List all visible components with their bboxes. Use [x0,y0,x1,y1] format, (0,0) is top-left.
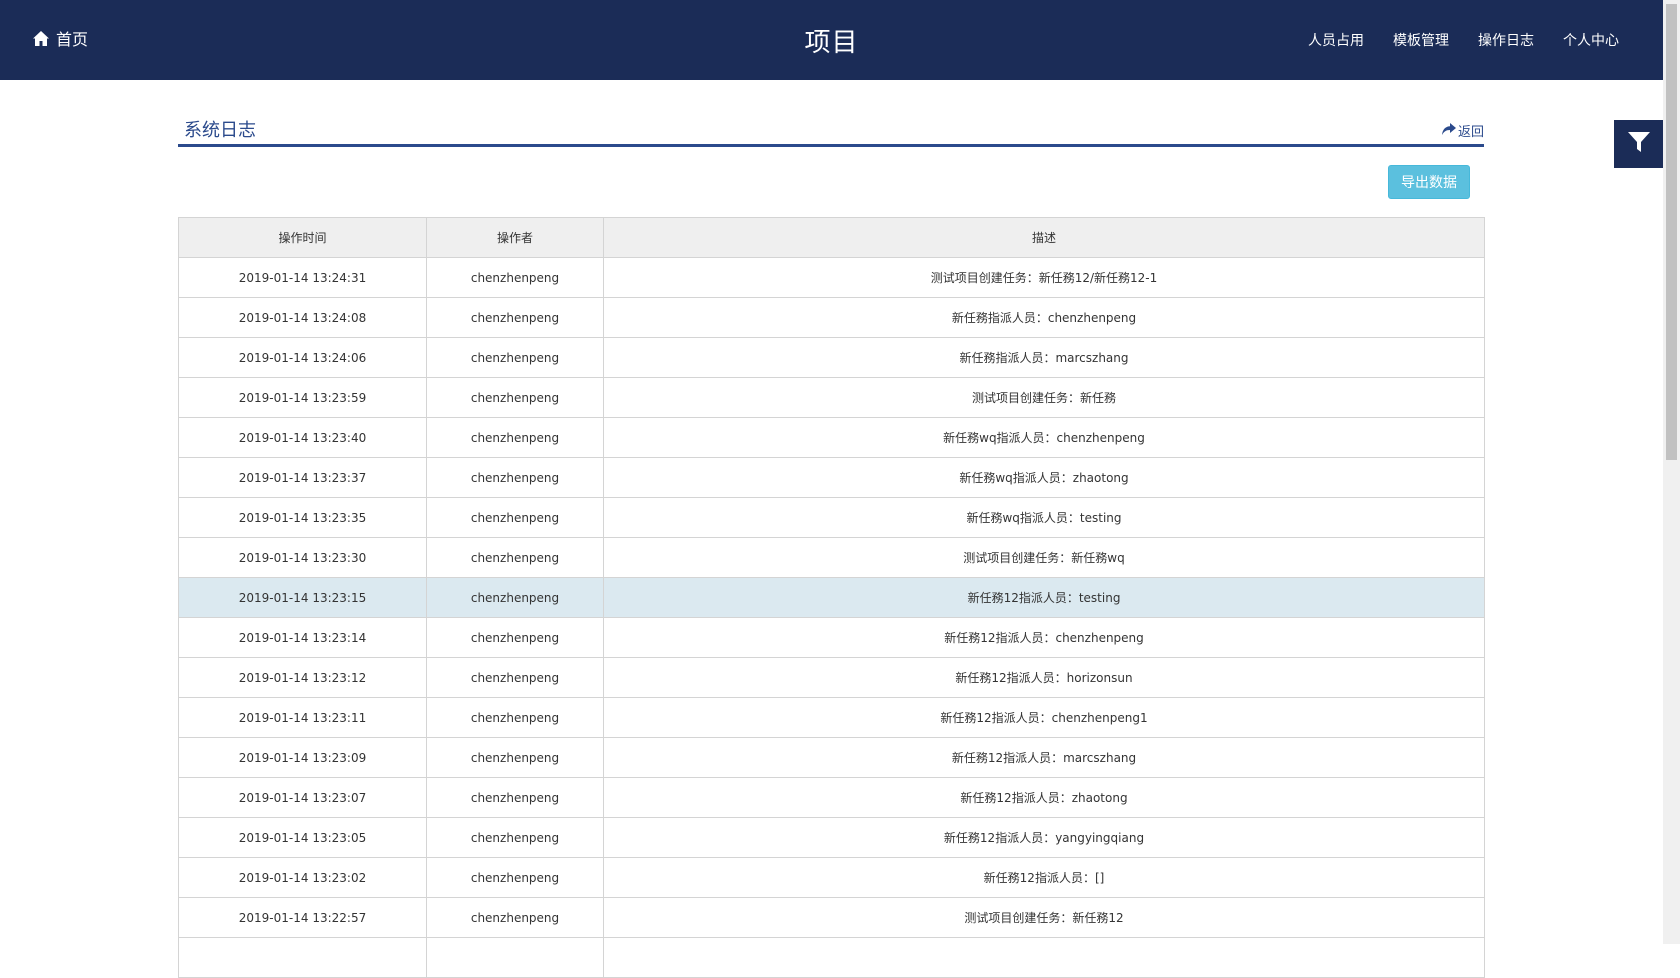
cell-operator: chenzhenpeng [426,257,604,298]
back-link[interactable]: 返回 [1441,121,1484,140]
filter-button[interactable] [1614,120,1663,168]
cell-operator: chenzhenpeng [426,897,604,938]
back-label: 返回 [1457,125,1484,140]
table-row[interactable]: 2019-01-14 13:23:05 chenzhenpeng 新任務12指派人员… [178,817,1485,858]
cell-operator: chenzhenpeng [426,377,604,418]
cell-operator: chenzhenpeng [426,537,604,578]
table-row[interactable]: 2019-01-14 13:23:12 chenzhenpeng 新任務12指派人员… [178,657,1485,698]
cell-description: 新任務12指派人员：testing [603,577,1485,618]
column-header-description[interactable]: 描述 [603,217,1485,258]
cell-time: 2019-01-14 13:23:12 [178,657,427,698]
cell-time: 2019-01-14 13:23:15 [178,577,427,618]
cell-time: 2019-01-14 13:23:07 [178,777,427,818]
cell-time: 2019-01-14 13:23:40 [178,417,427,458]
cell-description: 新任務12指派人员：chenzhenpeng1 [603,697,1485,738]
filter-icon [1627,130,1651,158]
cell-operator: chenzhenpeng [426,657,604,698]
cell-operator: chenzhenpeng [426,337,604,378]
nav-operation-log[interactable]: 操作日志 [1478,30,1534,50]
table-row[interactable]: 2019-01-14 13:23:59 chenzhenpeng 测试项目创建任务：… [178,377,1485,418]
table-row[interactable]: 2019-01-14 13:23:37 chenzhenpeng 新任務wq指派人员… [178,457,1485,498]
cell-operator: chenzhenpeng [426,297,604,338]
cell-operator: chenzhenpeng [426,697,604,738]
main-content: 系统日志 返回 导出数据 操作时间 操作者 描述 2019-01-14 13:2 [178,112,1485,978]
table-row[interactable]: 2019-01-14 13:23:40 chenzhenpeng 新任務wq指派人员… [178,417,1485,458]
cell-operator: chenzhenpeng [426,857,604,898]
cell-description: 新任務12指派人员：[] [603,857,1485,898]
cell-time: 2019-01-14 13:23:14 [178,617,427,658]
cell-time: 2019-01-14 13:23:05 [178,817,427,858]
cell-description: 新任務wq指派人员：testing [603,497,1485,538]
cell-operator: chenzhenpeng [426,617,604,658]
cell-description: 测试项目创建任务：新任務12 [603,897,1485,938]
table-row[interactable]: 2019-01-14 13:23:07 chenzhenpeng 新任務12指派人员… [178,777,1485,818]
cell-description: 新任務12指派人员：chenzhenpeng [603,617,1485,658]
cell-operator: chenzhenpeng [426,577,604,618]
cell-description: 新任務12指派人员：zhaotong [603,777,1485,818]
cell-description: 新任務12指派人员：marcszhang [603,737,1485,778]
cell-description: 新任務指派人员：marcszhang [603,337,1485,378]
export-data-button[interactable]: 导出数据 [1388,165,1470,199]
table-row[interactable]: 2019-01-14 13:23:30 chenzhenpeng 测试项目创建任务：… [178,537,1485,578]
column-header-operator[interactable]: 操作者 [426,217,604,258]
cell-operator: chenzhenpeng [426,417,604,458]
table-row[interactable]: 2019-01-14 13:22:57 chenzhenpeng 测试项目创建任务：… [178,897,1485,938]
cell-operator: chenzhenpeng [426,777,604,818]
cell-description: 新任務wq指派人员：chenzhenpeng [603,417,1485,458]
table-row[interactable]: 2019-01-14 13:23:09 chenzhenpeng 新任務12指派人员… [178,737,1485,778]
cell-operator: chenzhenpeng [426,817,604,858]
cell-description: 新任務wq指派人员：zhaotong [603,457,1485,498]
cell-description: 新任務12指派人员：yangyingqiang [603,817,1485,858]
cell-time: 2019-01-14 13:23:30 [178,537,427,578]
table-row[interactable]: 2019-01-14 13:24:08 chenzhenpeng 新任務指派人员：c… [178,297,1485,338]
cell-operator: chenzhenpeng [426,497,604,538]
top-nav: 人员占用 模板管理 操作日志 个人中心 [1308,30,1619,50]
page-scrollbar[interactable] [1663,0,1680,944]
table-row[interactable]: 2019-01-14 13:23:14 chenzhenpeng 新任務12指派人员… [178,617,1485,658]
cell-time: 2019-01-14 13:23:37 [178,457,427,498]
cell-time: 2019-01-14 13:24:06 [178,337,427,378]
table-row[interactable]: 2019-01-14 13:23:02 chenzhenpeng 新任務12指派人员… [178,857,1485,898]
cell-description: 新任務12指派人员：horizonsun [603,657,1485,698]
table-row[interactable]: 2019-01-14 13:23:11 chenzhenpeng 新任務12指派人员… [178,697,1485,738]
section-title: 系统日志 [184,120,256,141]
table-row[interactable]: 2019-01-14 13:23:15 chenzhenpeng 新任務12指派人员… [178,577,1485,618]
scrollbar-thumb[interactable] [1666,4,1677,460]
log-table: 操作时间 操作者 描述 2019-01-14 13:24:31 chenzhenp… [178,217,1485,978]
table-row[interactable]: 2019-01-14 13:24:06 chenzhenpeng 新任務指派人员：m… [178,337,1485,378]
cell-time: 2019-01-14 13:23:59 [178,377,427,418]
cell-time: 2019-01-14 13:22:57 [178,897,427,938]
cell-description: 新任務指派人员：chenzhenpeng [603,297,1485,338]
cell-description: 测试项目创建任务：新任務12/新任務12-1 [603,257,1485,298]
cell-time: 2019-01-14 13:23:02 [178,857,427,898]
table-row[interactable]: 2019-01-14 13:23:35 chenzhenpeng 新任務wq指派人员… [178,497,1485,538]
share-arrow-icon [1441,122,1456,139]
cell-description: 测试项目创建任务：新任務 [603,377,1485,418]
table-row[interactable]: 2019-01-14 13:24:31 chenzhenpeng 测试项目创建任务：… [178,257,1485,298]
cell-time: 2019-01-14 13:24:31 [178,257,427,298]
toolbar: 导出数据 [178,147,1484,217]
section-header: 系统日志 返回 [178,112,1484,147]
column-header-time[interactable]: 操作时间 [178,217,427,258]
cell-operator: chenzhenpeng [426,457,604,498]
cell-operator: chenzhenpeng [426,737,604,778]
table-header-row: 操作时间 操作者 描述 [178,217,1485,258]
cell-time: 2019-01-14 13:23:11 [178,697,427,738]
cell-time: 2019-01-14 13:23:35 [178,497,427,538]
cell-time: 2019-01-14 13:24:08 [178,297,427,338]
nav-template-management[interactable]: 模板管理 [1393,30,1449,50]
nav-staff-usage[interactable]: 人员占用 [1308,30,1364,50]
table-body: 2019-01-14 13:24:31 chenzhenpeng 测试项目创建任务：… [178,257,1485,978]
top-navbar: 首页 项目 人员占用 模板管理 操作日志 个人中心 [0,0,1663,80]
nav-personal-center[interactable]: 个人中心 [1563,30,1619,50]
cell-time: 2019-01-14 13:23:09 [178,737,427,778]
cell-description: 测试项目创建任务：新任務wq [603,537,1485,578]
